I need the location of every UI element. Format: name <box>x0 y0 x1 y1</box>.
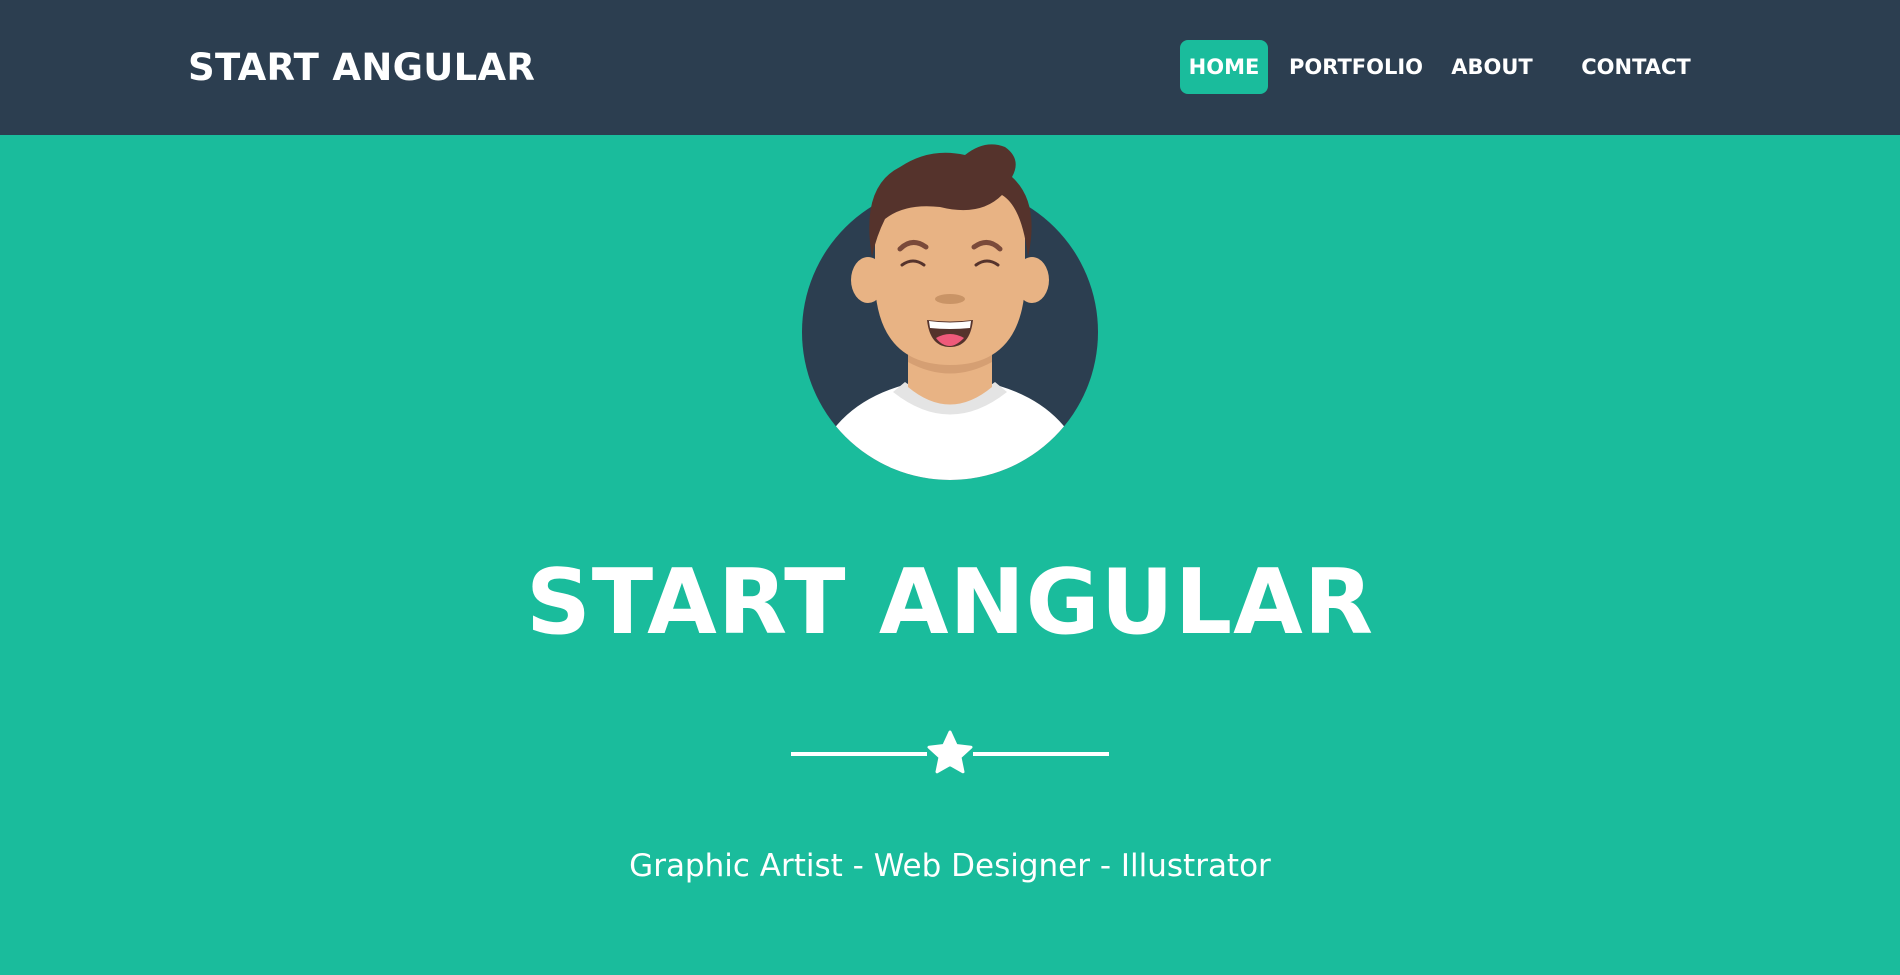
hero-tagline: Graphic Artist - Web Designer - Illustra… <box>629 848 1271 884</box>
nav-home[interactable]: HOME <box>1180 40 1268 94</box>
star-divider <box>791 730 1109 774</box>
star-icon <box>927 730 973 774</box>
nav-portfolio[interactable]: PORTFOLIO <box>1284 40 1428 94</box>
hero-title: START ANGULAR <box>525 550 1375 655</box>
avatar-illustration <box>802 144 1098 480</box>
nav-contact[interactable]: CONTACT <box>1572 40 1700 94</box>
navbar: START ANGULAR HOME PORTFOLIO ABOUT CONTA… <box>0 0 1900 135</box>
nav-about[interactable]: ABOUT <box>1439 40 1545 94</box>
brand-link[interactable]: START ANGULAR <box>188 46 535 90</box>
